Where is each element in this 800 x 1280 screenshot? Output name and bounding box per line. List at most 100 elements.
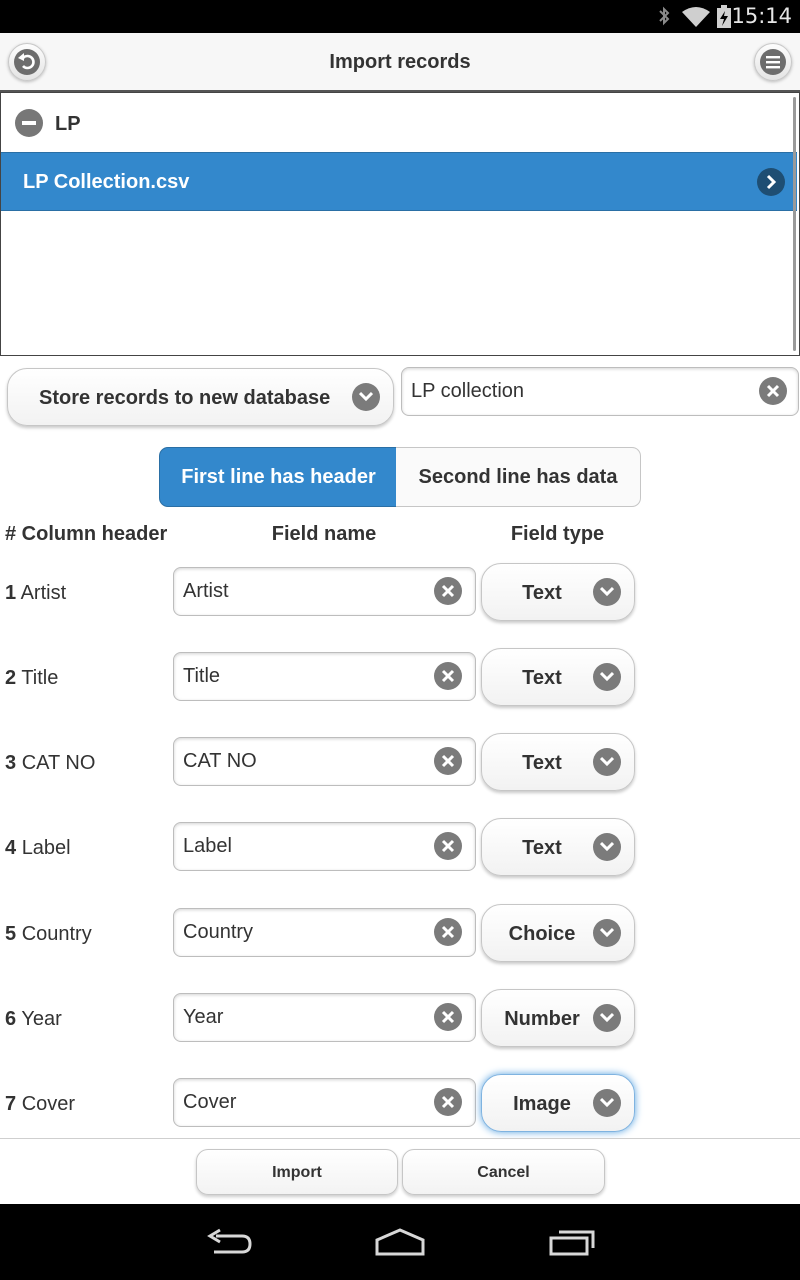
row-header-text: Label [21, 837, 71, 859]
file-list: LP LP Collection.csv [0, 92, 800, 356]
nav-home-icon[interactable] [375, 1228, 425, 1263]
database-name-input[interactable]: LP collection [401, 367, 799, 416]
chevron-down-icon [593, 833, 621, 861]
field-type-select[interactable]: Text [481, 733, 635, 791]
field-type-select[interactable]: Text [481, 648, 635, 706]
first-line-header-toggle[interactable]: First line has header [159, 447, 398, 507]
field-type-heading: Field type [510, 523, 605, 545]
field-name-input[interactable]: Title [173, 652, 476, 701]
field-type-value: Text [522, 582, 562, 604]
field-name-input[interactable]: Country [173, 908, 476, 957]
collapse-minus-icon[interactable] [15, 109, 43, 137]
column-header-heading: # Column header [5, 523, 168, 545]
clear-icon[interactable] [434, 577, 462, 605]
row-header-text: Year [21, 1008, 62, 1030]
row-number: 4 [5, 837, 17, 859]
chevron-down-icon [593, 663, 621, 691]
chevron-down-icon [352, 383, 380, 411]
clear-icon[interactable] [434, 832, 462, 860]
store-target-label: Store records to new database [39, 387, 331, 409]
row-column-header: 3 CAT NO [5, 752, 95, 775]
row-number: 3 [5, 752, 17, 774]
clear-icon[interactable] [434, 918, 462, 946]
clear-icon[interactable] [759, 377, 787, 405]
clear-icon[interactable] [434, 662, 462, 690]
field-name-input[interactable]: Artist [173, 567, 476, 616]
row-column-header: 1 Artist [5, 582, 66, 605]
field-name-input[interactable]: CAT NO [173, 737, 476, 786]
chevron-down-icon [593, 578, 621, 606]
row-header-text: Cover [21, 1093, 76, 1115]
field-type-value: Text [522, 837, 562, 859]
clear-icon[interactable] [434, 1088, 462, 1116]
row-column-header: 6 Year [5, 1008, 62, 1031]
nav-recents-icon[interactable] [549, 1228, 597, 1263]
database-name-value: LP collection [411, 380, 525, 402]
page-title: Import records [329, 51, 471, 73]
field-type-select[interactable]: Text [481, 563, 635, 621]
clear-icon[interactable] [434, 747, 462, 775]
field-type-value: Text [522, 752, 562, 774]
chevron-right-icon [757, 168, 785, 196]
field-name-value: Label [183, 835, 232, 857]
field-name-value: Artist [183, 580, 229, 602]
system-nav-bar [0, 1204, 800, 1280]
row-column-header: 5 Country [5, 923, 92, 946]
row-header-text: Country [21, 923, 92, 945]
second-line-data-label: Second line has data [418, 466, 618, 488]
field-name-input[interactable]: Cover [173, 1078, 476, 1127]
field-type-value: Number [504, 1008, 580, 1030]
field-type-value: Image [513, 1093, 571, 1115]
cancel-button[interactable]: Cancel [402, 1149, 605, 1195]
menu-icon [760, 49, 786, 75]
field-name-heading: Field name [271, 523, 377, 545]
row-header-text: CAT NO [21, 752, 96, 774]
field-type-select[interactable]: Choice [481, 904, 635, 962]
chevron-down-icon [593, 748, 621, 776]
row-column-header: 7 Cover [5, 1093, 75, 1116]
header-bar: Import records [0, 33, 800, 92]
row-number: 6 [5, 1008, 17, 1030]
battery-charging-icon [716, 5, 732, 34]
clear-icon[interactable] [434, 1003, 462, 1031]
field-type-value: Text [522, 667, 562, 689]
row-header-text: Artist [20, 582, 67, 604]
second-line-data-toggle[interactable]: Second line has data [396, 447, 641, 507]
chevron-down-icon [593, 1004, 621, 1032]
folder-label: LP [55, 113, 81, 135]
menu-button[interactable] [754, 43, 792, 81]
field-name-value: Title [183, 665, 221, 687]
field-type-value: Choice [508, 923, 576, 945]
wifi-icon [681, 6, 711, 33]
field-name-input[interactable]: Year [173, 993, 476, 1042]
footer-bar: Import Cancel [0, 1138, 800, 1205]
row-number: 1 [5, 582, 17, 604]
row-number: 5 [5, 923, 17, 945]
field-name-value: Year [183, 1006, 224, 1028]
import-button-label: Import [272, 1164, 322, 1181]
scrollbar[interactable] [793, 97, 796, 351]
import-button[interactable]: Import [196, 1149, 398, 1195]
row-number: 7 [5, 1093, 17, 1115]
field-name-value: Cover [183, 1091, 237, 1113]
field-type-select[interactable]: Text [481, 818, 635, 876]
clock: 15:14 [731, 4, 792, 28]
status-bar: 15:14 [0, 0, 800, 33]
field-name-value: CAT NO [183, 750, 257, 772]
chevron-down-icon [593, 1089, 621, 1117]
row-column-header: 2 Title [5, 667, 58, 690]
row-column-header: 4 Label [5, 837, 71, 860]
first-line-header-label: First line has header [181, 466, 376, 488]
field-name-value: Country [183, 921, 254, 943]
field-type-select[interactable]: Number [481, 989, 635, 1047]
row-number: 2 [5, 667, 17, 689]
file-label: LP Collection.csv [23, 171, 190, 193]
field-type-select[interactable]: Image [481, 1074, 635, 1132]
file-item-selected[interactable]: LP Collection.csv [1, 152, 797, 211]
row-header-text: Title [21, 667, 59, 689]
bluetooth-icon [657, 5, 671, 32]
nav-back-icon[interactable] [206, 1228, 254, 1263]
field-name-input[interactable]: Label [173, 822, 476, 871]
chevron-down-icon [593, 919, 621, 947]
store-target-select[interactable]: Store records to new database [7, 368, 394, 426]
